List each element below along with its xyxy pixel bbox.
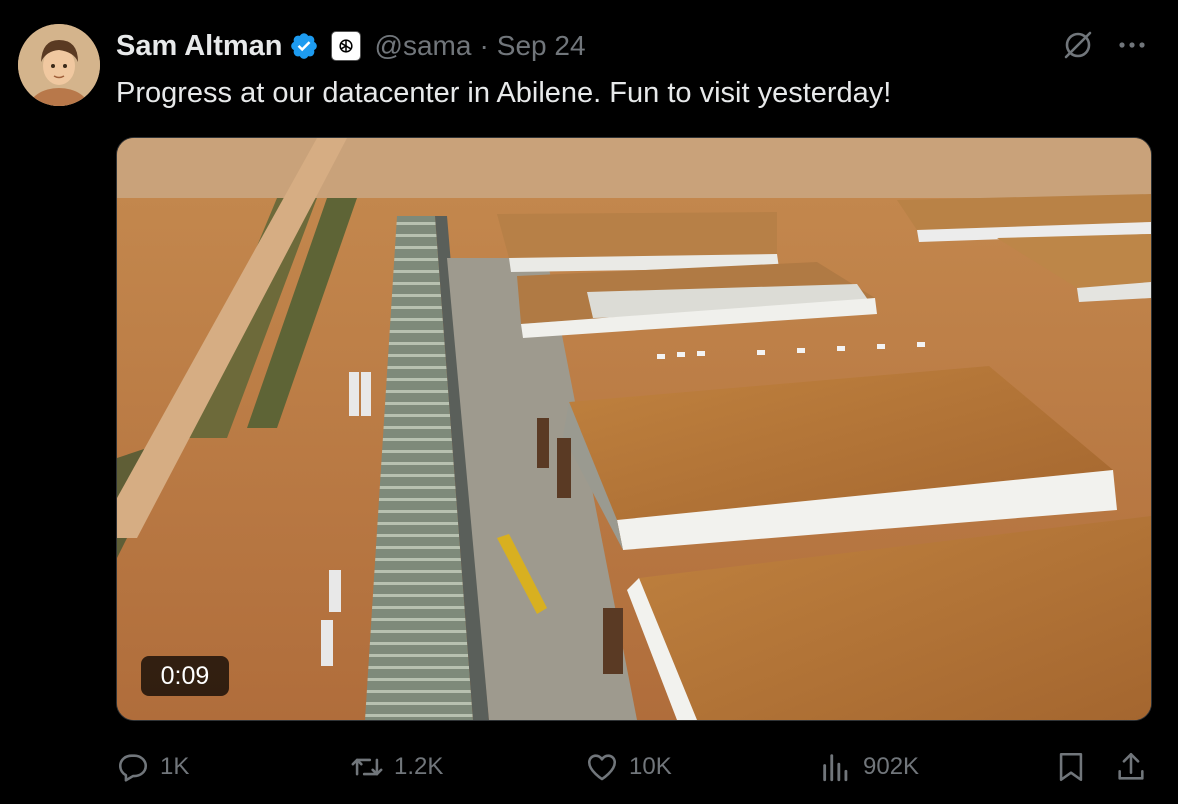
tweet-header: Sam Altman @sama · Sep 24 (116, 28, 586, 64)
heart-icon (587, 754, 617, 781)
share-icon (1118, 752, 1144, 780)
views-count: 902K (863, 753, 920, 780)
reply-button[interactable]: 1K (116, 747, 189, 787)
tweet-text: Progress at our datacenter in Abilene. F… (116, 77, 892, 109)
bookmark-icon (1059, 752, 1083, 782)
bookmark-button[interactable] (1054, 747, 1088, 787)
openai-logo-icon[interactable] (330, 31, 361, 61)
video-thumbnail (117, 138, 1151, 720)
video-player[interactable]: 0:09 (116, 137, 1152, 721)
author-handle[interactable]: @sama (375, 30, 472, 62)
author-name[interactable]: Sam Altman (116, 30, 283, 63)
verified-badge-icon[interactable] (289, 31, 319, 61)
views-icon (823, 754, 848, 782)
reply-count: 1K (160, 753, 190, 780)
author-avatar[interactable] (18, 24, 100, 106)
action-bar: 1K 1.2K 10K 902K (0, 747, 1178, 787)
reply-icon (118, 754, 148, 782)
video-duration: 0:09 (141, 656, 229, 696)
separator-dot: · (479, 30, 489, 61)
views-button[interactable]: 902K (819, 747, 919, 787)
repost-button[interactable]: 1.2K (350, 747, 443, 787)
grok-icon[interactable] (1061, 28, 1095, 62)
like-button[interactable]: 10K (585, 747, 672, 787)
more-icon[interactable] (1114, 28, 1150, 62)
tweet-date[interactable]: Sep 24 (497, 30, 586, 62)
like-count: 10K (629, 753, 672, 780)
repost-icon (351, 758, 383, 776)
repost-count: 1.2K (394, 753, 444, 780)
share-button[interactable] (1114, 747, 1148, 787)
